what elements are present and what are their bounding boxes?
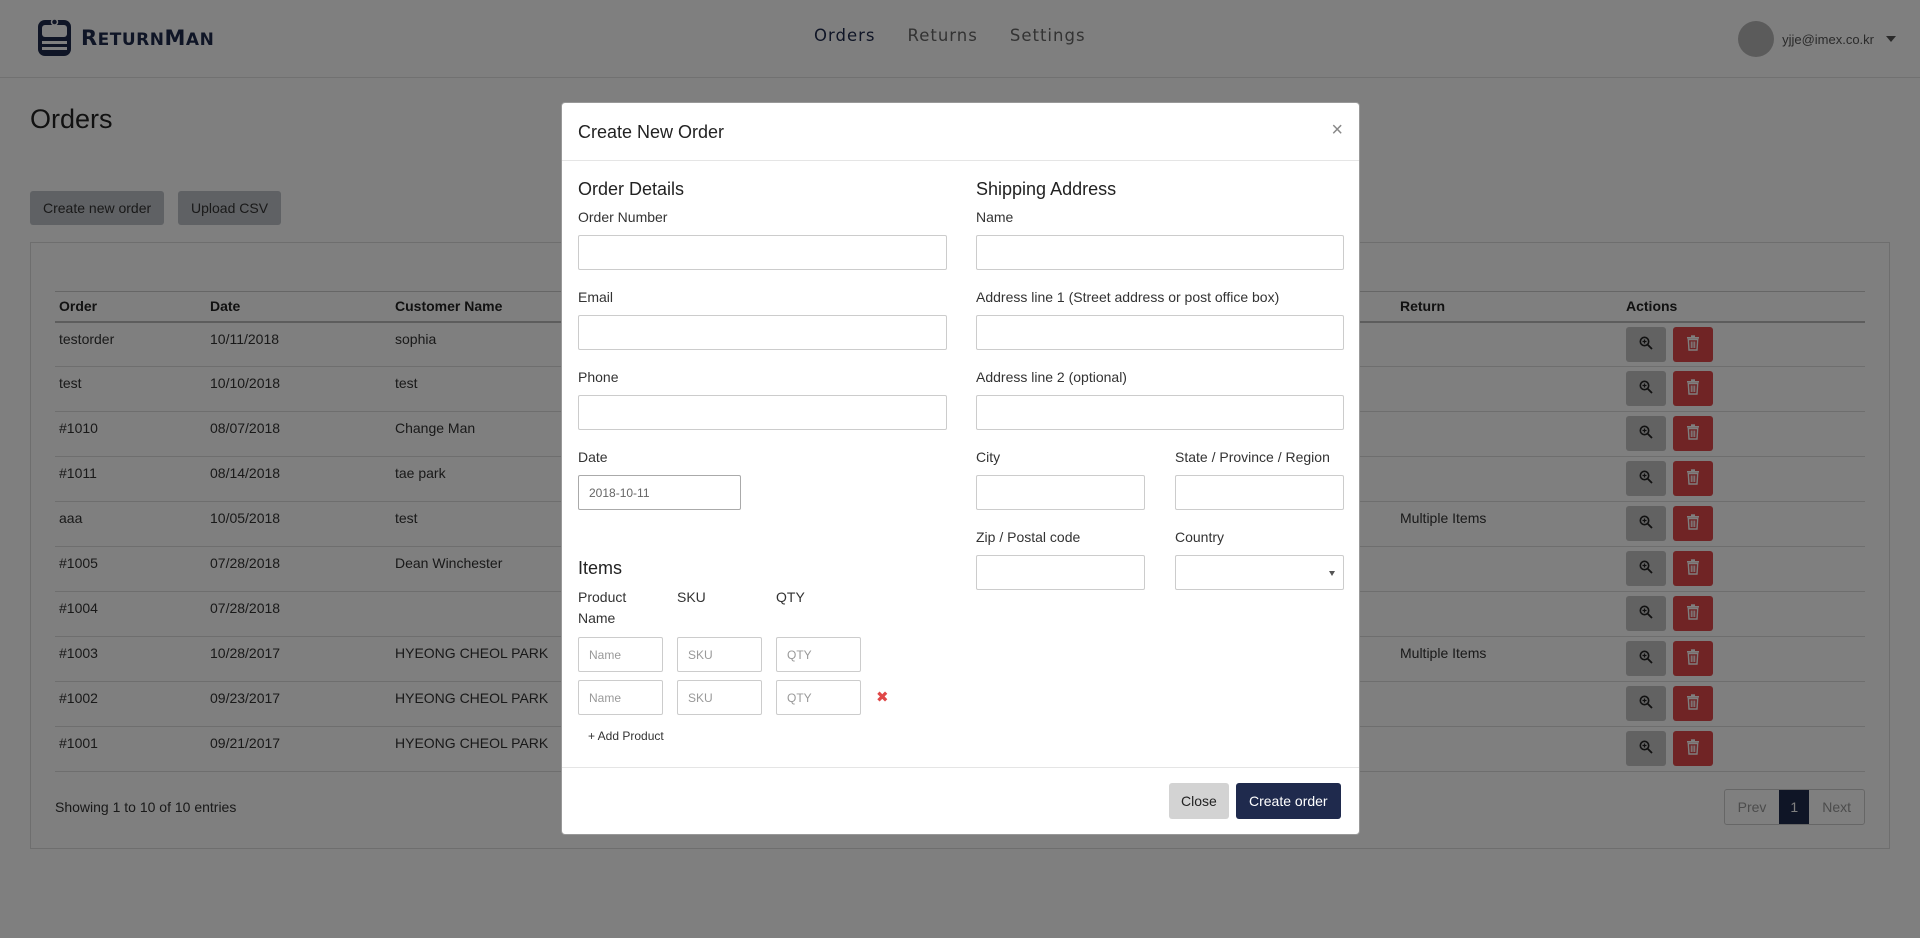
add-product-link[interactable]: + Add Product bbox=[588, 729, 664, 743]
item-qty-input[interactable]: QTY bbox=[776, 680, 861, 715]
shipping-name-input[interactable] bbox=[976, 235, 1344, 270]
create-order-button[interactable]: Create order bbox=[1236, 783, 1341, 819]
zip-input[interactable] bbox=[976, 555, 1145, 590]
modal-title: Create New Order bbox=[578, 122, 725, 142]
qty-column-label: QTY bbox=[776, 589, 805, 605]
order-number-label: Order Number bbox=[578, 209, 668, 225]
date-label: Date bbox=[578, 449, 608, 465]
modal-header: Create New Order × bbox=[562, 103, 1359, 161]
state-label: State / Province / Region bbox=[1175, 449, 1330, 465]
sku-column-label: SKU bbox=[677, 589, 706, 605]
address1-input[interactable] bbox=[976, 315, 1344, 350]
items-heading: Items bbox=[578, 558, 623, 578]
chevron-down-icon bbox=[1329, 571, 1335, 576]
email-field[interactable] bbox=[578, 315, 947, 350]
address2-label: Address line 2 (optional) bbox=[976, 369, 1127, 385]
zip-label: Zip / Postal code bbox=[976, 529, 1081, 545]
item-qty-input[interactable]: QTY bbox=[776, 637, 861, 672]
city-label: City bbox=[976, 449, 1001, 465]
shipping-name-label: Name bbox=[976, 209, 1014, 225]
email-label: Email bbox=[578, 289, 614, 305]
item-sku-input[interactable]: SKU bbox=[677, 637, 762, 672]
address1-label: Address line 1 (Street address or post o… bbox=[976, 289, 1280, 305]
product-name-column-label: Product Name bbox=[578, 589, 627, 626]
date-input[interactable]: 2018-10-11 bbox=[578, 475, 741, 510]
country-select[interactable] bbox=[1175, 555, 1344, 590]
close-button[interactable]: Close bbox=[1169, 783, 1229, 819]
address2-input[interactable] bbox=[976, 395, 1344, 430]
remove-item-icon[interactable]: ✖ bbox=[876, 688, 889, 706]
create-order-modal: Create New Order × Order Details Order N… bbox=[561, 102, 1360, 835]
phone-field[interactable] bbox=[578, 395, 947, 430]
item-name-input[interactable]: Name bbox=[578, 637, 663, 672]
item-sku-input[interactable]: SKU bbox=[677, 680, 762, 715]
order-number-input[interactable] bbox=[578, 235, 947, 270]
city-input[interactable] bbox=[976, 475, 1145, 510]
close-icon[interactable]: × bbox=[1331, 120, 1343, 140]
modal-footer: Close Create order bbox=[562, 767, 1359, 835]
shipping-address-heading: Shipping Address bbox=[976, 179, 1117, 199]
phone-label: Phone bbox=[578, 369, 619, 385]
item-name-input[interactable]: Name bbox=[578, 680, 663, 715]
state-input[interactable] bbox=[1175, 475, 1344, 510]
order-details-heading: Order Details bbox=[578, 179, 685, 199]
country-label: Country bbox=[1175, 529, 1225, 545]
